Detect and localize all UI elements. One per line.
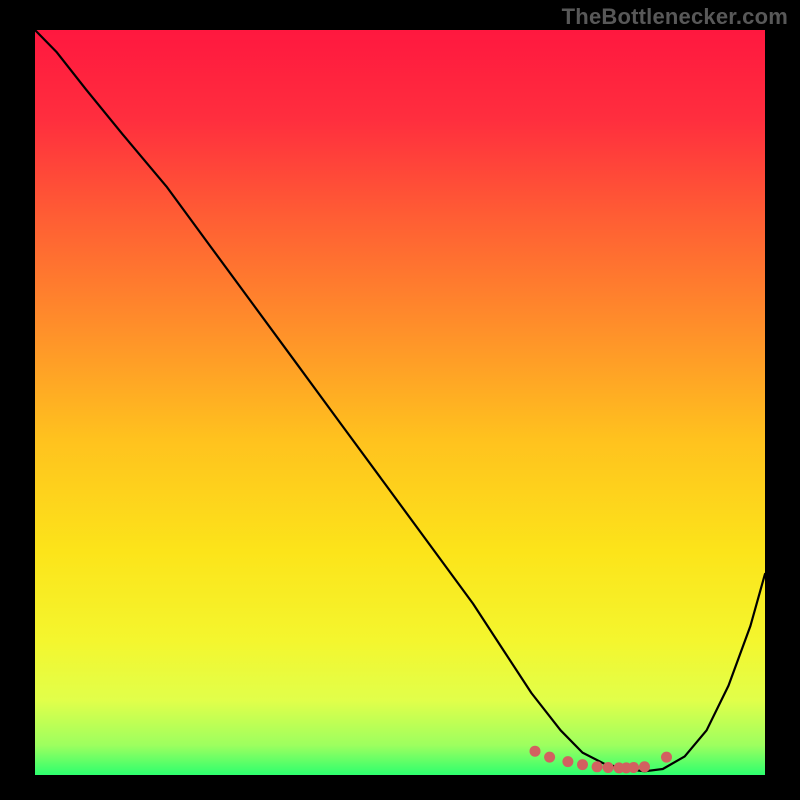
- optimal-dot: [639, 761, 650, 772]
- watermark-text: TheBottlenecker.com: [562, 4, 788, 30]
- optimal-dot: [661, 752, 672, 763]
- optimal-dot: [628, 762, 639, 773]
- optimal-dot: [544, 752, 555, 763]
- optimal-dot: [577, 759, 588, 770]
- plot-background: [35, 30, 765, 775]
- optimal-dot: [562, 756, 573, 767]
- chart-frame: { "watermark": "TheBottlenecker.com", "c…: [0, 0, 800, 800]
- optimal-dot: [603, 762, 614, 773]
- optimal-dot: [530, 746, 541, 757]
- optimal-dot: [592, 761, 603, 772]
- chart-svg: [0, 0, 800, 800]
